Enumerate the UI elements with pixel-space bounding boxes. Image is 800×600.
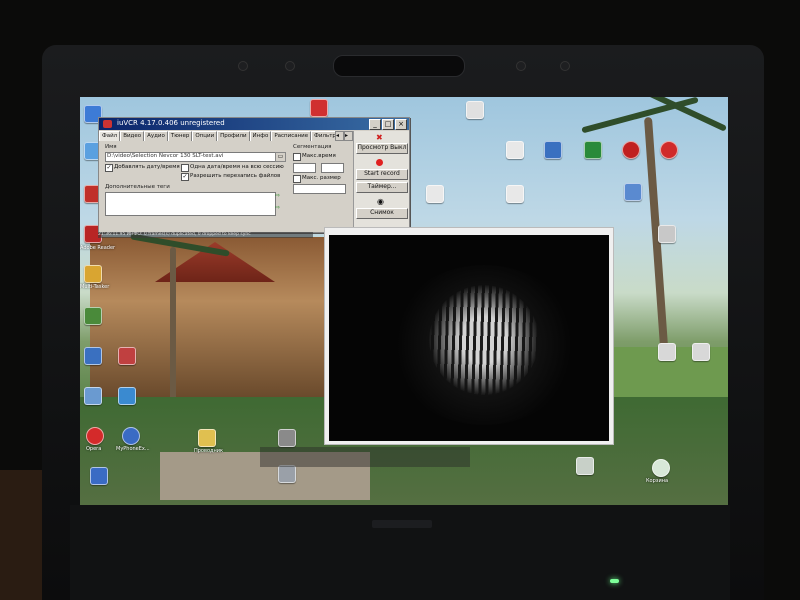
snapshot-button[interactable]: Снимок [356, 208, 408, 219]
timer-button[interactable]: Таймер... [356, 182, 408, 193]
tab-tuner[interactable]: Тюнер [167, 131, 193, 141]
tab-file[interactable]: Файл [99, 131, 121, 141]
option-label: Одна дата/время на всю сессию [190, 164, 284, 170]
desktop-icon-label: Adobe Reader [80, 245, 116, 251]
max-time-hours-input[interactable] [293, 163, 316, 173]
desktop-icon-app-icon[interactable] [544, 141, 562, 159]
video-preview-frame [329, 235, 609, 441]
option-label: Добавлять дату/время [114, 164, 180, 170]
webcam-bar [333, 55, 465, 77]
bezel-dot [516, 61, 526, 71]
max-size-input[interactable] [293, 184, 346, 194]
segmentation-label: Сегментация [293, 144, 332, 150]
status-line: 21:36:11.95 ИНФО: 0 frames(s) duplicated… [98, 232, 313, 238]
desktop-icon-qr-icon[interactable] [426, 185, 444, 203]
tab-scroll-left-icon[interactable]: ◂ [335, 131, 344, 141]
tab-schedule[interactable]: Расписание [271, 131, 312, 141]
desktop-icon-recycle-icon[interactable] [652, 459, 670, 477]
record-dot-icon [376, 159, 383, 166]
desktop-icon-app-icon[interactable] [660, 141, 678, 159]
camera-icon: ◉ [377, 197, 384, 206]
max-size-label: Макс. размер [302, 175, 341, 181]
desktop-icon-calendar-icon[interactable] [310, 99, 328, 117]
desktop-overlay-bar [260, 447, 470, 467]
preview-toggle-button[interactable]: Просмотр Выкл [356, 143, 408, 154]
desktop-icon-myphone-icon[interactable] [122, 427, 140, 445]
desktop-icon-qr-icon[interactable] [506, 141, 524, 159]
laptop-screen: Adobe Reader Multi-Tasker Opera MyPhoneE… [80, 97, 728, 505]
preview-off-icon: ✖ [376, 133, 383, 142]
extra-tags-input[interactable] [105, 192, 276, 216]
minimize-icon[interactable]: _ [369, 119, 381, 130]
iuvcr-window: iuVCR 4.17.0.406 unregistered _ □ × Файл… [98, 117, 410, 233]
desktop-icon-app-icon[interactable] [692, 343, 710, 361]
bezel-dot [560, 61, 570, 71]
desktop-icon-app-icon[interactable] [84, 387, 102, 405]
desktop-icon-app-icon[interactable] [658, 343, 676, 361]
option-single-datetime-checkbox[interactable] [181, 164, 189, 172]
bezel-dot [238, 61, 248, 71]
desktop-icon-label: Opera [86, 446, 102, 452]
desktop-icon-app-icon[interactable] [84, 307, 102, 325]
titlebar[interactable]: iuVCR 4.17.0.406 unregistered _ □ × [99, 118, 409, 130]
video-preview-window [324, 227, 614, 445]
desktop-icon-app-icon[interactable] [658, 225, 676, 243]
power-led [610, 579, 619, 583]
desktop-icon-explorer-icon[interactable] [198, 429, 216, 447]
tab-bar: Файл Видео Аудио Тюнер Опции Профили Инф… [99, 131, 351, 141]
palm-trunk [170, 247, 176, 407]
desktop-icon-app-icon[interactable] [576, 457, 594, 475]
filename-input[interactable]: D:\video\Selection Nevcor 130 SLT-test.a… [105, 152, 276, 162]
filename-label: Имя [105, 144, 117, 150]
desktop-icon-label: Корзина [646, 478, 669, 484]
desktop-icon-app-icon[interactable] [278, 429, 296, 447]
tab-audio[interactable]: Аудио [144, 131, 168, 141]
palm-frond [581, 97, 699, 134]
tab-scroll-right-icon[interactable]: ▸ [344, 131, 353, 141]
desktop-icon-app-icon[interactable] [118, 387, 136, 405]
extra-tags-label: Дополнительные теги [105, 184, 170, 190]
desktop-icon-app-icon[interactable] [622, 141, 640, 159]
desktop-icon-app-icon[interactable] [278, 465, 296, 483]
tab-info[interactable]: Инфо [249, 131, 272, 141]
option-allow-overwrite-checkbox[interactable]: ✓ [181, 173, 189, 181]
fingerprint-image [429, 285, 539, 395]
tab-video[interactable]: Видео [120, 131, 145, 141]
brand-logo [372, 520, 432, 528]
desktop-icon-app-icon[interactable] [118, 347, 136, 365]
desktop-icon-multitasker-icon[interactable] [84, 265, 102, 283]
max-time-checkbox[interactable] [293, 153, 301, 161]
tab-profiles[interactable]: Профили [217, 131, 250, 141]
desktop-icon-app-icon[interactable] [584, 141, 602, 159]
desktop-icon-label: Проводник [194, 448, 223, 454]
desktop-icon-app-icon[interactable] [84, 347, 102, 365]
max-time-label: Макс.время [302, 153, 336, 159]
app-icon [103, 120, 112, 128]
desktop-icon-app-icon[interactable] [624, 183, 642, 201]
tab-options[interactable]: Опции [192, 131, 218, 141]
max-size-checkbox[interactable] [293, 175, 301, 183]
bezel-dot [285, 61, 295, 71]
browse-folder-icon[interactable]: ▭ [275, 152, 286, 162]
window-title: iuVCR 4.17.0.406 unregistered [117, 119, 225, 127]
max-time-minutes-input[interactable] [321, 163, 344, 173]
start-record-button[interactable]: Start record [356, 169, 408, 180]
desktop-icon-label: MyPhoneEx... [116, 446, 150, 452]
desktop-icon-tool-icon[interactable] [466, 101, 484, 119]
option-label: Разрешить перезапись файлов [190, 173, 281, 179]
desktop-icon-app-icon[interactable] [90, 467, 108, 485]
add-tag-icon[interactable]: ⇨ [275, 192, 283, 200]
close-icon[interactable]: × [395, 119, 407, 130]
desktop-icon-opera-icon[interactable] [86, 427, 104, 445]
option-add-datetime-checkbox[interactable]: ✓ [105, 164, 113, 172]
desktop-icon-qr-icon[interactable] [506, 185, 524, 203]
desktop-icon-label: Multi-Tasker [80, 284, 110, 290]
maximize-icon[interactable]: □ [382, 119, 394, 130]
apply-tag-icon[interactable]: ⇨ [275, 204, 283, 212]
control-panel: ✖ Просмотр Выкл Start record Таймер... ◉… [353, 131, 409, 231]
